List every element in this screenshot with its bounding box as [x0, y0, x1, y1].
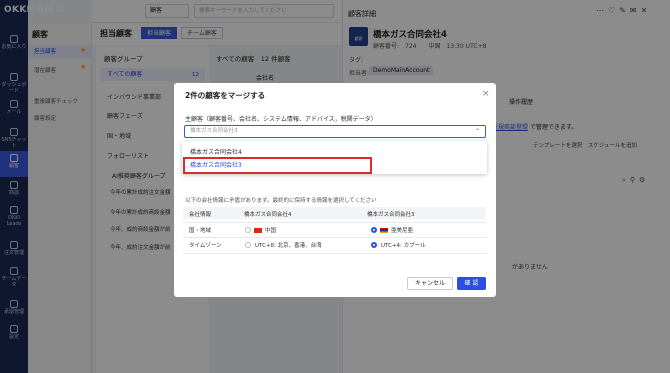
radio-timezone-b[interactable]	[371, 242, 377, 248]
row-field: タイムゾーン	[189, 243, 222, 249]
primary-customer-select[interactable]: 橋本ガス合同会社3 ⌃	[184, 125, 486, 138]
radio-country-a[interactable]	[245, 227, 251, 233]
chevron-up-icon: ⌃	[474, 128, 480, 135]
divider	[183, 237, 486, 238]
cancel-button[interactable]: キャンセル	[407, 277, 453, 290]
col-header-field: 会社情報	[189, 212, 212, 218]
close-icon[interactable]: ×	[482, 89, 490, 99]
timezone-b: UTC+4: カブール	[381, 243, 426, 249]
timezone-a: UTC+8: 北京、香港、台湾	[255, 243, 322, 249]
primary-customer-label: 主顧客（顧客番号、会社名、システム情報、アドバイス，税関データ）	[185, 116, 377, 123]
conflict-note: 以下の会社情報に矛盾があります。最終的に保持する情報を選択してください	[185, 198, 377, 204]
col-header-company4: 橋本ガス合同会社4	[244, 212, 292, 218]
row-field: 国・地域	[189, 228, 212, 234]
radio-country-b[interactable]	[371, 227, 377, 233]
armenia-flag-icon	[380, 228, 388, 233]
option-company-4[interactable]: 橋本ガス合同会社4	[190, 147, 242, 156]
col-header-company3: 橋本ガス合同会社3	[367, 212, 415, 218]
divider	[183, 253, 486, 254]
dialog-title: 2件の顧客をマージする	[185, 91, 266, 100]
confirm-button[interactable]: 確 認	[457, 277, 486, 290]
option-company-3[interactable]: 橋本ガス合同会社3	[183, 157, 372, 174]
china-flag-icon	[254, 228, 262, 233]
country-b: 亜美尼亜	[391, 228, 414, 234]
divider	[183, 222, 486, 223]
country-a: 中国	[265, 228, 277, 234]
table-header	[183, 207, 486, 219]
radio-timezone-a[interactable]	[245, 242, 251, 248]
